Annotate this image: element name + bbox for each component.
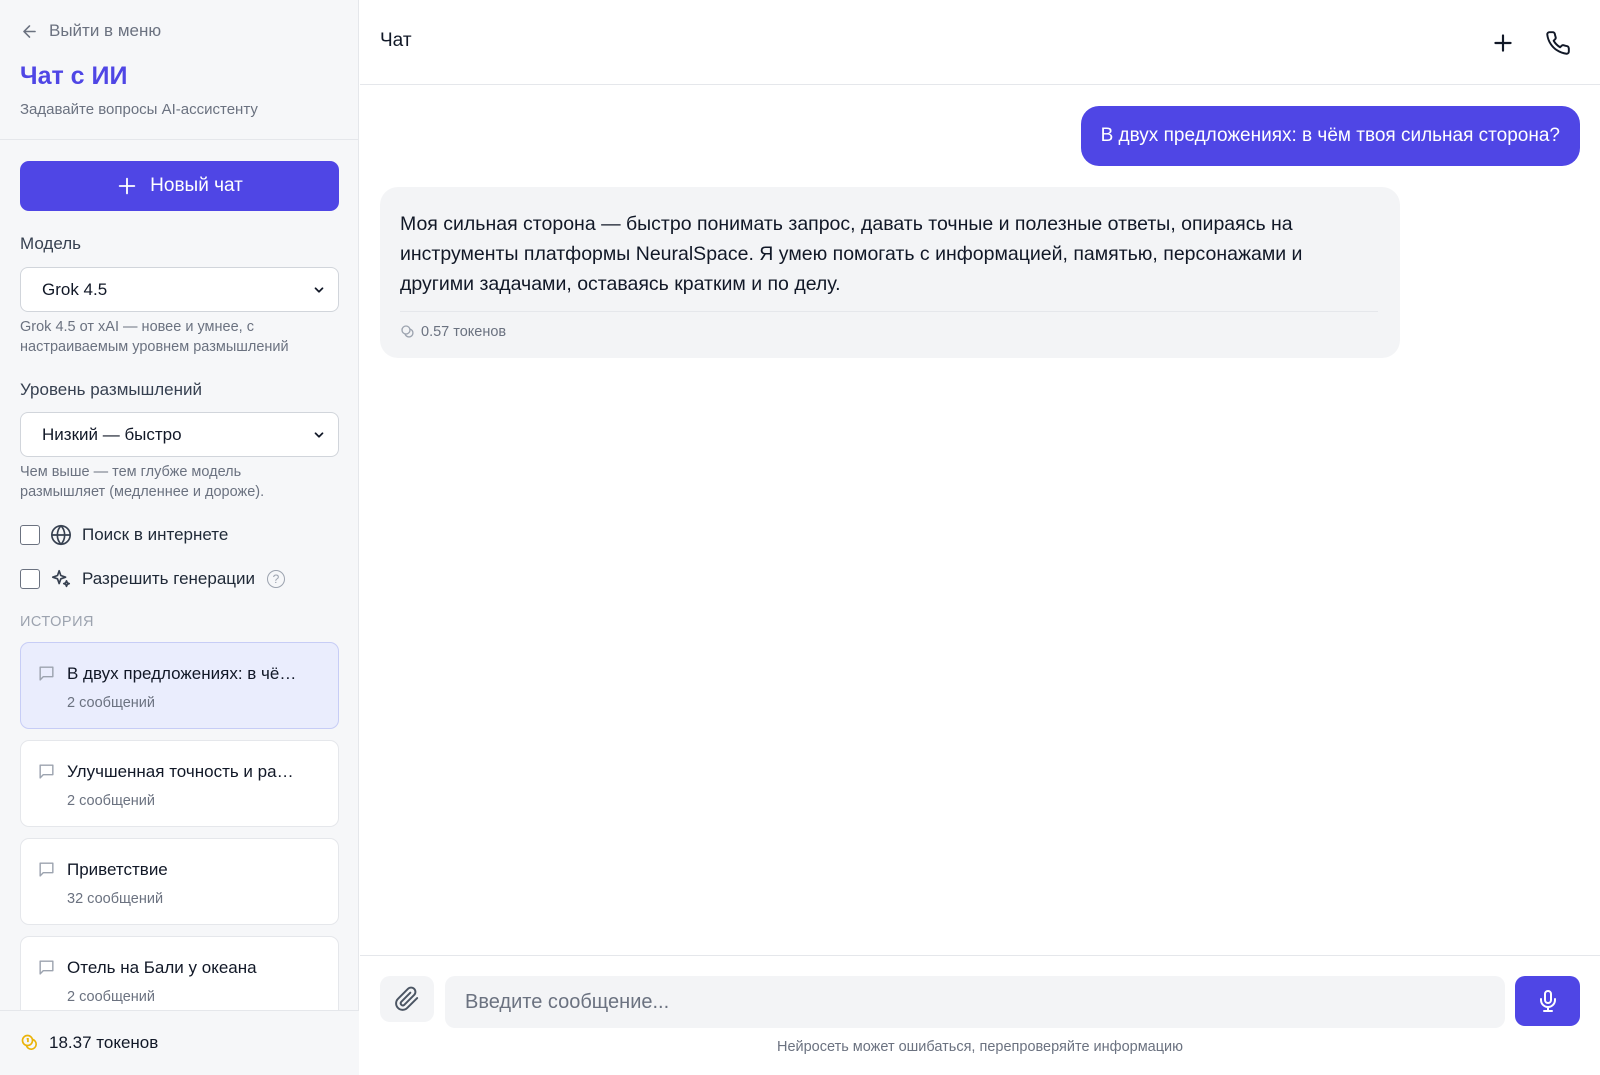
history-item[interactable]: Улучшенная точность и работа 2 сообщений (20, 740, 339, 827)
chat-header: Чат (360, 0, 1600, 85)
history-item-count: 2 сообщений (67, 695, 155, 711)
model-select[interactable]: Grok 4.5 (20, 267, 339, 312)
history-item[interactable]: Отель на Бали у океана 2 сообщений (20, 936, 339, 1010)
token-balance: 18.37 токенов (0, 1010, 359, 1075)
globe-icon (51, 524, 71, 546)
history-item[interactable]: Приветствие 32 сообщений (20, 838, 339, 925)
paperclip-icon (395, 986, 419, 1011)
message-icon (39, 960, 54, 975)
chevron-down-icon (314, 286, 324, 293)
sparkles-icon (51, 569, 71, 588)
web-search-option: Поиск в интернете (20, 524, 228, 546)
message-icon (39, 764, 54, 779)
message-input[interactable] (445, 976, 1505, 1028)
history-heading: ИСТОРИЯ (20, 614, 94, 630)
voice-input-button[interactable] (1515, 976, 1580, 1026)
call-button[interactable] (1541, 26, 1575, 60)
model-hint: Grok 4.5 от xAI — новее и умнее, с настр… (20, 319, 289, 355)
history-item-count: 2 сообщений (67, 793, 155, 809)
chat-title: Чат (380, 30, 412, 51)
thinking-level-hint: Чем выше — тем глубже модель размышляет … (20, 464, 265, 500)
assistant-message-divider (400, 311, 1378, 312)
history-item-title: В двух предложениях: в чём твоя сильная … (67, 664, 302, 683)
web-search-label: Поиск в интернете (82, 525, 229, 544)
phone-icon (1546, 31, 1570, 55)
new-chat-button[interactable]: Новый чат (20, 161, 339, 211)
thinking-level-label: Уровень размышлений (20, 380, 203, 399)
sidebar-title: Чат с ИИ (20, 62, 128, 90)
assistant-cost-value: 0.57 токенов (421, 324, 507, 340)
attach-button[interactable] (380, 976, 434, 1022)
history-list: В двух предложениях: в чём твоя сильная … (20, 642, 339, 1010)
back-label: Выйти в меню (49, 21, 162, 40)
plus-icon (1494, 34, 1512, 52)
allow-generations-checkbox[interactable] (20, 569, 40, 589)
history-item[interactable]: В двух предложениях: в чём твоя сильная … (20, 642, 339, 729)
help-icon[interactable]: ? (267, 570, 286, 588)
new-chat-icon-button[interactable] (1486, 26, 1520, 60)
history-item-title: Отель на Бали у океана (67, 958, 257, 977)
model-label: Модель (20, 234, 82, 253)
chevron-down-icon (314, 431, 324, 438)
history-item-count: 32 сообщений (67, 891, 164, 907)
sidebar-subtitle: Задавайте вопросы AI-ассистенту (20, 101, 258, 118)
history-item-title: Улучшенная точность и работа (67, 762, 302, 781)
plus-icon (118, 177, 136, 195)
history-item-count: 2 сообщений (67, 989, 155, 1005)
message-icon (39, 862, 54, 877)
allow-generations-option: Разрешить генерации ? (20, 568, 286, 590)
microphone-icon (1539, 990, 1556, 1012)
chat-main: Чат В двух предложениях: в чём твоя силь… (360, 0, 1600, 1075)
back-to-menu-link[interactable]: Выйти в меню (20, 21, 161, 41)
assistant-message-text: Моя сильная сторона — быстро понимать за… (400, 213, 1303, 295)
coins-icon (21, 1034, 37, 1050)
history-item-title: Приветствие (67, 860, 168, 879)
coins-icon (401, 325, 414, 338)
message-composer: Нейросеть может ошибаться, перепроверяйт… (360, 955, 1600, 1075)
token-balance-value: 18.37 токенов (49, 1033, 159, 1052)
arrow-left-icon (23, 24, 36, 38)
allow-generations-label: Разрешить генерации (82, 569, 256, 588)
user-message: В двух предложениях: в чём твоя сильная … (1080, 106, 1580, 166)
sidebar-header: Выйти в меню Чат с ИИ Задавайте вопросы … (0, 0, 359, 140)
assistant-message-cost: 0.57 токенов (400, 324, 1380, 340)
message-icon (39, 666, 54, 681)
ai-disclaimer: Нейросеть может ошибаться, перепроверяйт… (776, 1039, 1184, 1055)
model-selected-value: Grok 4.5 (42, 279, 108, 299)
web-search-checkbox[interactable] (20, 525, 40, 545)
thinking-level-select[interactable]: Низкий — быстро (20, 412, 339, 457)
assistant-message: Моя сильная сторона — быстро понимать за… (380, 187, 1400, 358)
sidebar: Выйти в меню Чат с ИИ Задавайте вопросы … (0, 0, 359, 1075)
new-chat-label: Новый чат (150, 175, 243, 196)
thinking-selected-value: Низкий — быстро (42, 424, 182, 444)
